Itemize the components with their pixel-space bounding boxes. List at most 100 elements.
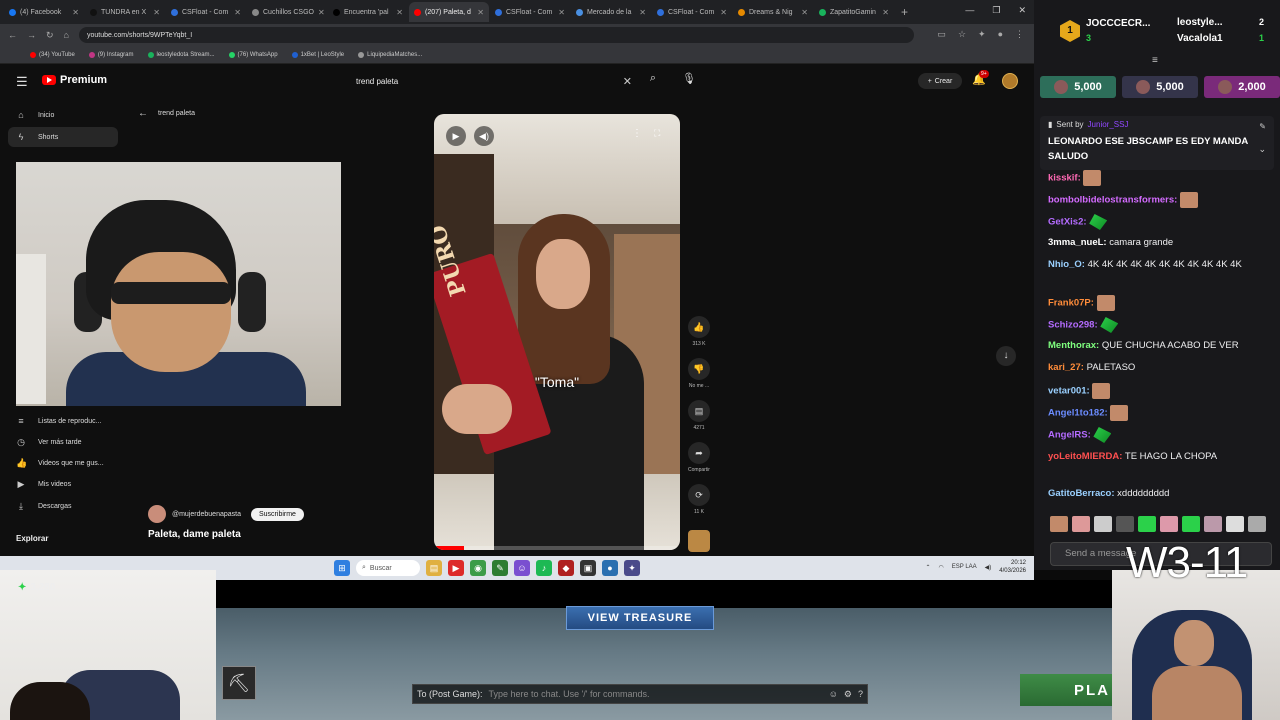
leader-name-1[interactable]: JOCCCECR... (1086, 18, 1150, 29)
bits-leader[interactable]: 5,000 (1040, 76, 1116, 98)
leader-name-3[interactable]: Vacalola1 (1177, 33, 1223, 44)
bookmark-item[interactable]: LiquipediaMatches... (358, 51, 422, 58)
emote-icon[interactable] (1072, 516, 1090, 532)
chat-username[interactable]: kari_27: (1048, 362, 1084, 373)
browser-tab[interactable]: Encuentra 'pal ✕ (328, 2, 408, 22)
sidebar-item-descargas[interactable]: ⤓ Descargas (8, 496, 118, 516)
short-action[interactable]: 👎 No me ... (686, 358, 712, 389)
next-short-icon[interactable]: ↓ (996, 346, 1016, 366)
tab-close-icon[interactable]: ✕ (396, 8, 403, 17)
obs-icon[interactable]: ● (602, 560, 618, 576)
tab-close-icon[interactable]: ✕ (477, 8, 484, 17)
chat-username[interactable]: Frank07P: (1048, 298, 1094, 309)
chat-username[interactable]: bombolbidelostransformers: (1048, 195, 1177, 206)
bits-leader[interactable]: 2,000 (1204, 76, 1280, 98)
browser-tab[interactable]: (207) Paleta, d ✕ (409, 2, 489, 22)
emote-icon[interactable] (1094, 516, 1112, 532)
channel-points[interactable]: ✦ 3,280 (18, 582, 55, 593)
share-icon[interactable]: ➦ (688, 442, 710, 464)
chat-username[interactable]: Angel1to182: (1048, 408, 1108, 419)
chat-username[interactable]: GatitoBerraco: (1048, 488, 1115, 499)
play-icon[interactable]: ▶ (446, 126, 466, 146)
game-chat-input[interactable]: To (Post Game): Type here to chat. Use '… (412, 684, 868, 704)
volume-tray-icon[interactable]: ◀) (985, 564, 992, 571)
spotify-icon[interactable]: ♪ (536, 560, 552, 576)
close-icon[interactable]: ✕ (1018, 5, 1026, 16)
emote-icon[interactable] (1248, 516, 1266, 532)
url-field[interactable]: youtube.com/shorts/9WPTeYqbt_I (78, 27, 914, 43)
tab-close-icon[interactable]: ✕ (639, 8, 646, 17)
discord-icon[interactable]: ☺ (514, 560, 530, 576)
hamburger-menu-icon[interactable]: ☰ (16, 74, 28, 90)
sidebar-item-mis-videos[interactable]: ▶ Mis videos (8, 474, 118, 494)
youtube-app-icon[interactable]: ▶ (448, 560, 464, 576)
channel-name[interactable]: @mujerdebuenapasta (172, 511, 241, 518)
clear-search-icon[interactable]: ✕ (623, 75, 632, 88)
emote-icon[interactable] (1204, 516, 1222, 532)
bookmark-item[interactable]: leostyledota Stream... (147, 51, 215, 58)
chat-username[interactable]: 3mma_nueL: (1048, 237, 1107, 248)
browser-tab[interactable]: ZapatitoGamin ✕ (814, 2, 894, 22)
home-icon[interactable]: ⌂ (64, 30, 69, 40)
wifi-icon[interactable]: ◠ (939, 564, 944, 571)
tab-close-icon[interactable]: ✕ (72, 8, 79, 17)
create-button[interactable]: + Crear (918, 73, 962, 89)
chat-username[interactable]: kisskif: (1048, 173, 1081, 184)
clock[interactable]: 20:12 4/03/2026 (999, 559, 1026, 575)
like-icon[interactable]: 👍 (688, 316, 710, 338)
emote-icon[interactable] (1160, 516, 1178, 532)
app-icon[interactable]: ✎ (492, 560, 508, 576)
browser-tab[interactable]: (4) Facebook ✕ (4, 2, 84, 22)
notifications-bell-icon[interactable]: 🔔 9+ (972, 70, 989, 86)
chat-username[interactable]: Menthorax: (1048, 340, 1099, 351)
chrome-icon[interactable]: ◉ (470, 560, 486, 576)
folder-icon[interactable]: ▤ (426, 560, 442, 576)
short-action[interactable]: ▤ 4271 (686, 400, 712, 431)
youtube-logo[interactable]: Premium (42, 74, 107, 86)
tab-close-icon[interactable]: ✕ (801, 8, 808, 17)
comment-icon[interactable]: ▤ (688, 400, 710, 422)
emote-icon[interactable] (1050, 516, 1068, 532)
video-progress[interactable] (434, 546, 680, 550)
emote-icon[interactable] (1182, 516, 1200, 532)
reload-icon[interactable]: ↻ (46, 30, 54, 41)
emote-icon[interactable] (1116, 516, 1134, 532)
bookmark-item[interactable]: 1xBet | LeoStyle (291, 51, 344, 58)
browser-tab[interactable]: Dreams & Nig ✕ (733, 2, 813, 22)
chevron-down-icon[interactable]: ⌄ (1258, 144, 1266, 155)
bookmark-item[interactable]: (9) Instagram (88, 51, 134, 58)
short-action[interactable]: ➦ Compartir (686, 442, 712, 473)
leaderboard-menu-icon[interactable]: ≡ (1152, 55, 1158, 66)
tray-chevron-icon[interactable]: ⌃ (925, 564, 930, 571)
app2-icon[interactable]: ✦ (624, 560, 640, 576)
lang-indicator[interactable]: ESP LAA (952, 564, 977, 570)
chat-username[interactable]: GetXis2: (1048, 217, 1087, 228)
chat-settings-icon[interactable]: ⚙ (844, 689, 852, 700)
browser-tab[interactable]: Cuchillos CSGO ✕ (247, 2, 327, 22)
tab-close-icon[interactable]: ✕ (558, 8, 565, 17)
forward-icon[interactable]: → (27, 30, 36, 40)
minimize-icon[interactable]: — (965, 5, 974, 16)
short-action[interactable]: 👍 313 K (686, 316, 712, 347)
help-icon[interactable]: ? (858, 689, 863, 700)
chat-username[interactable]: yoLeitoMIERDA: (1048, 451, 1122, 462)
maximize-icon[interactable]: ❐ (992, 5, 1000, 16)
star-icon[interactable]: ☆ (958, 29, 966, 40)
unpin-icon[interactable]: ✎ (1259, 122, 1266, 131)
new-tab-button[interactable]: + (901, 5, 908, 19)
bookmark-item[interactable]: (34) YouTube (30, 51, 75, 58)
extensions-icon[interactable]: ✦ (978, 29, 986, 40)
remix-icon[interactable]: ⟳ (688, 484, 710, 506)
tab-close-icon[interactable]: ✕ (318, 8, 325, 17)
back-icon[interactable]: ← (8, 30, 17, 40)
view-treasure-button[interactable]: VIEW TREASURE (566, 606, 714, 630)
tab-close-icon[interactable]: ✕ (153, 8, 160, 17)
search-input[interactable]: trend paleta ✕ (348, 72, 638, 92)
tab-close-icon[interactable]: ✕ (720, 8, 727, 17)
browser-tab[interactable]: TUNDRA en X ✕ (85, 2, 165, 22)
subscribe-button[interactable]: Suscribirme (251, 507, 304, 521)
cast-icon[interactable]: ▭ (937, 29, 946, 40)
start-icon[interactable]: ⊞ (334, 560, 350, 576)
browser-tab[interactable]: Mercado de la ✕ (571, 2, 651, 22)
back-to-search[interactable]: ← trend paleta (138, 108, 195, 119)
